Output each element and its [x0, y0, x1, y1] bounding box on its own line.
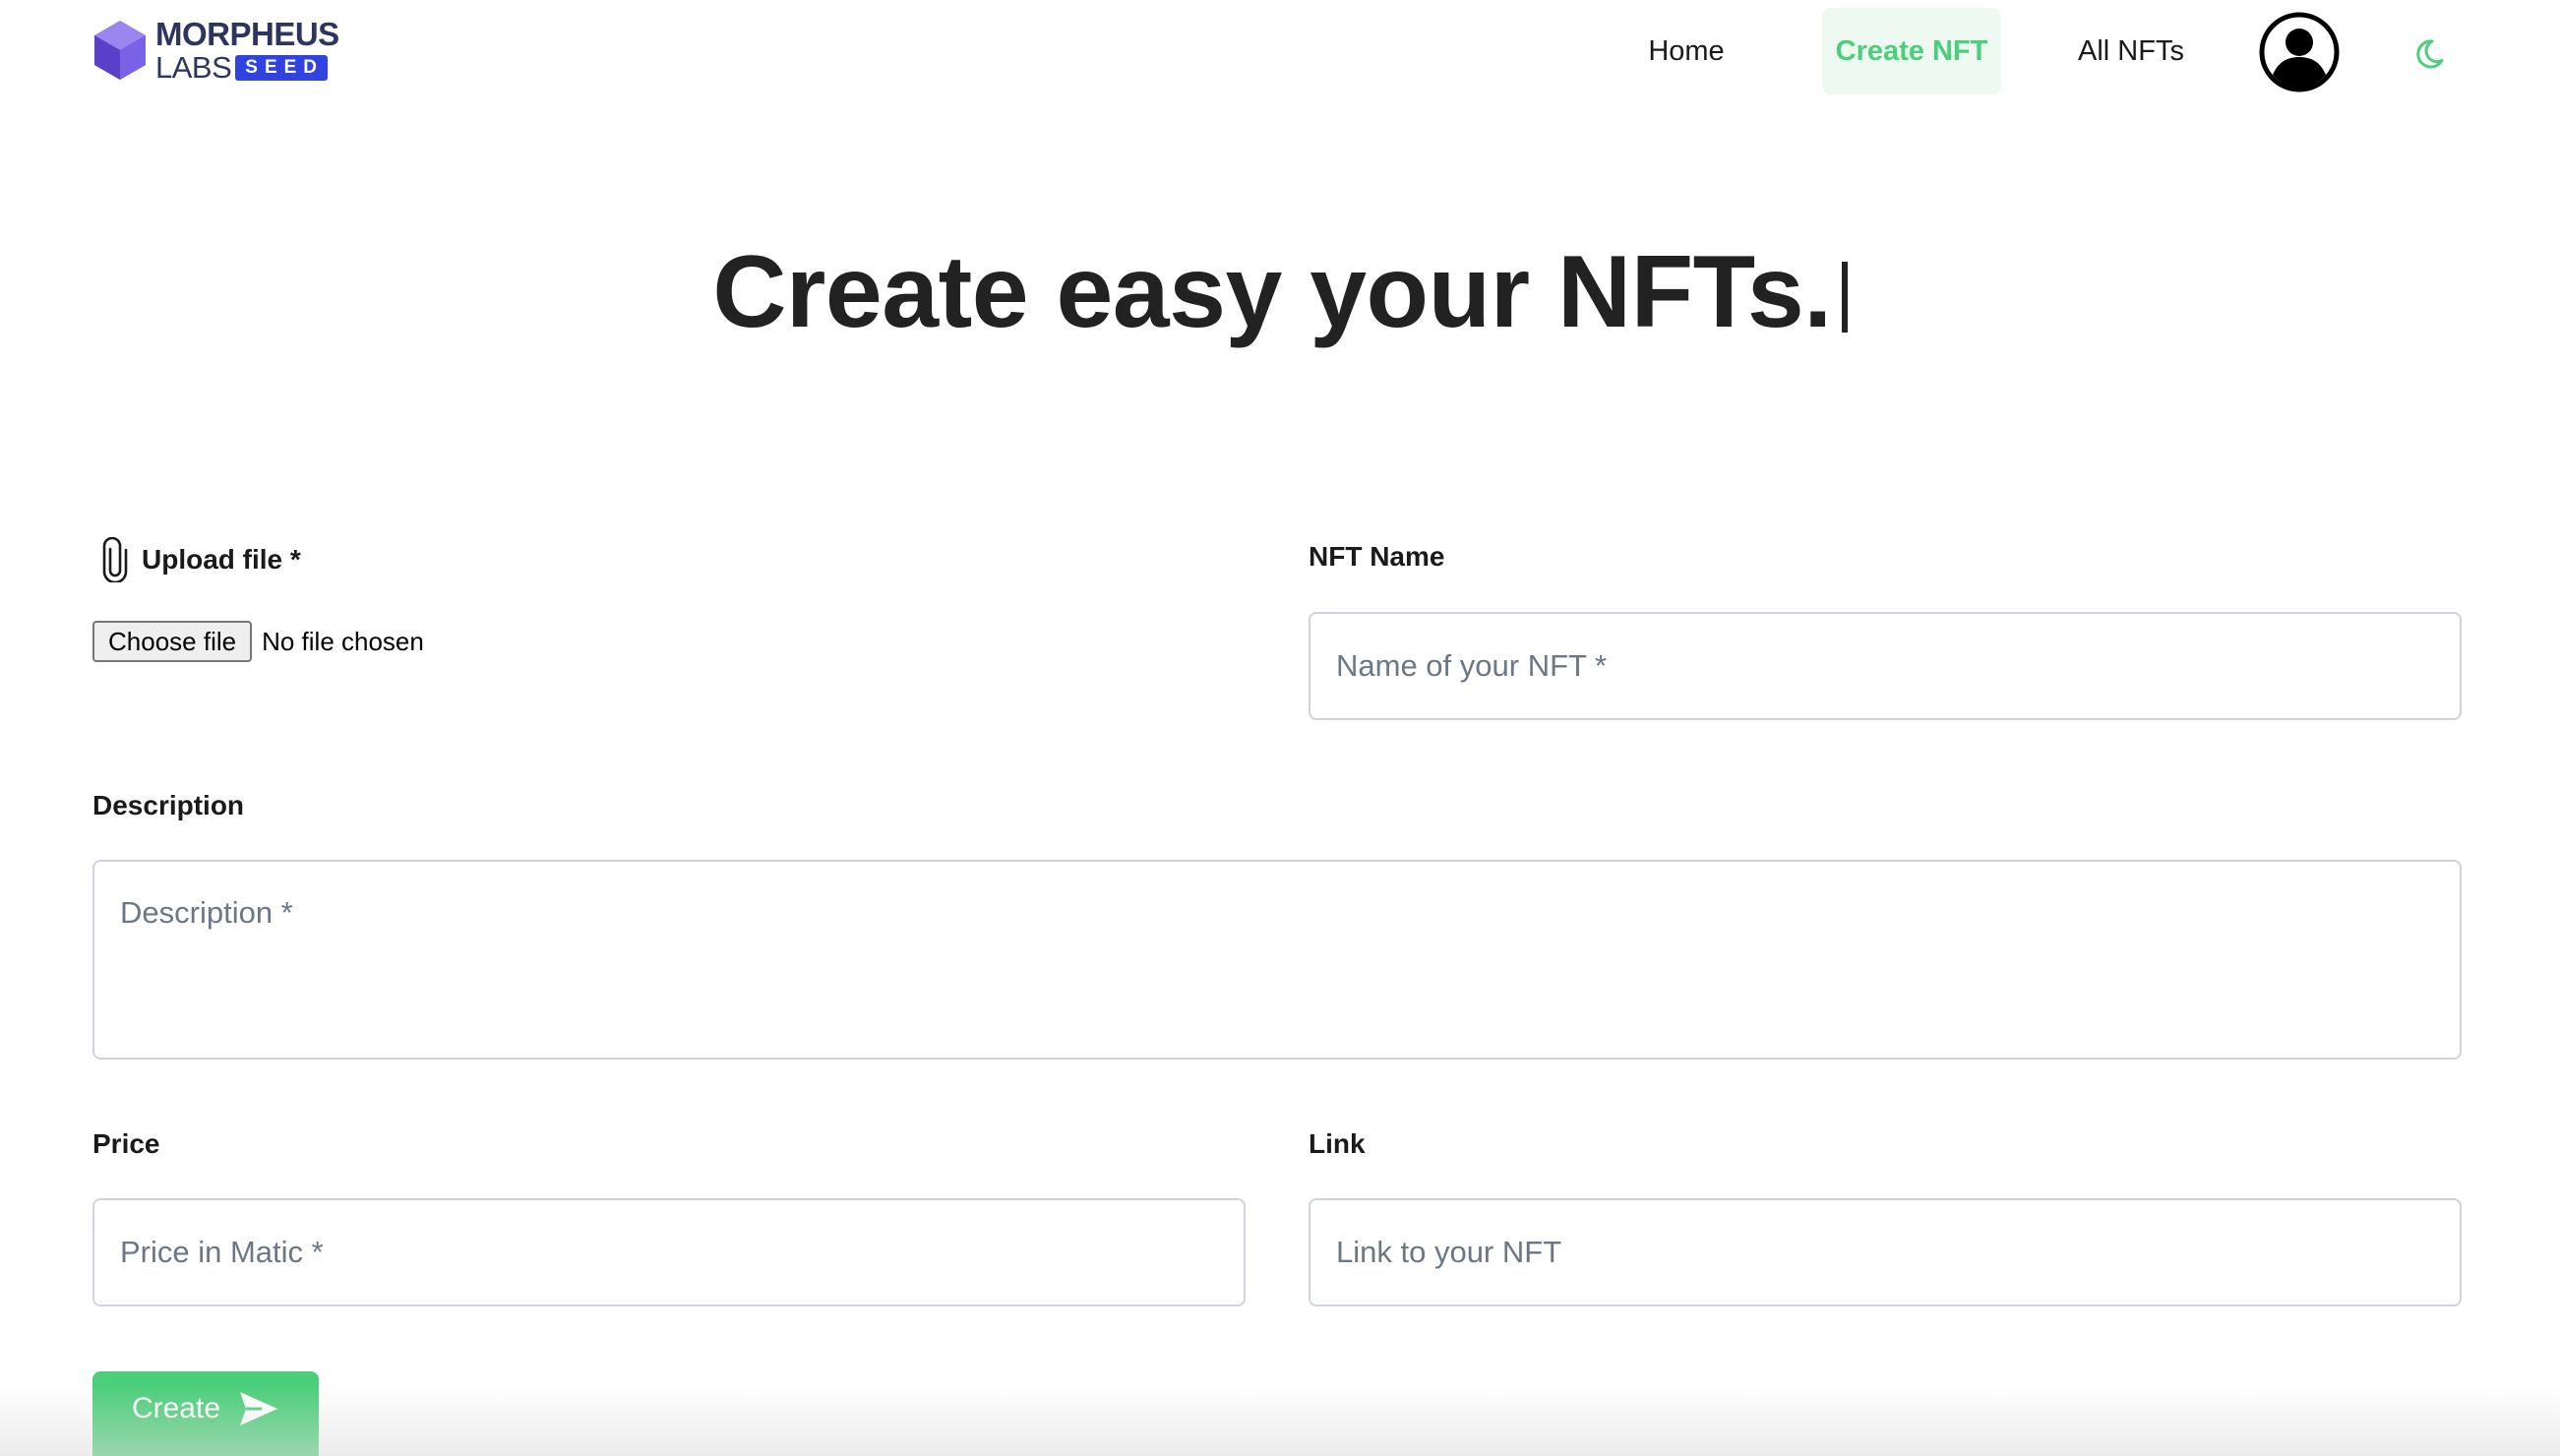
- morpheus-labs-logo[interactable]: MORPHEUS LABS SEED: [92, 18, 339, 83]
- moon-icon[interactable]: [2412, 33, 2450, 71]
- nft-name-input[interactable]: [1309, 612, 2462, 720]
- nav-create-nft-link[interactable]: Create NFT: [1822, 8, 2001, 94]
- logo-wordmark: MORPHEUS LABS SEED: [155, 18, 339, 83]
- hexagon-cube-logo-icon: [94, 21, 146, 80]
- link-input[interactable]: [1309, 1198, 2462, 1306]
- paperclip-icon: [102, 537, 128, 582]
- nav-home-link[interactable]: Home: [1633, 8, 1739, 94]
- bottom-scroll-fade: [0, 1385, 2560, 1456]
- file-status-text: No file chosen: [262, 626, 424, 656]
- upload-file-label-text: Upload file *: [142, 544, 301, 575]
- top-navbar: MORPHEUS LABS SEED Home Create NFT All N…: [0, 0, 2560, 104]
- create-button-label: Create: [131, 1392, 221, 1425]
- link-label: Link: [1309, 1128, 1366, 1159]
- upload-file-label: Upload file *: [98, 537, 301, 582]
- price-label: Price: [92, 1128, 160, 1159]
- user-circle-icon[interactable]: [2259, 12, 2340, 92]
- logo-labs-text: LABS: [155, 50, 232, 85]
- create-button[interactable]: Create: [92, 1371, 319, 1456]
- logo-bottom-row: LABS SEED: [155, 52, 339, 83]
- file-input[interactable]: Choose file No file chosen: [92, 621, 424, 662]
- page-title-text: Create easy your NFTs.: [712, 235, 1832, 349]
- price-input[interactable]: [92, 1198, 1246, 1306]
- nav-all-nfts-link[interactable]: All NFTs: [2066, 8, 2196, 94]
- description-label: Description: [92, 790, 245, 820]
- logo-seed-badge: SEED: [235, 54, 329, 81]
- nft-name-label: NFT Name: [1309, 541, 1445, 572]
- description-textarea[interactable]: [92, 860, 2462, 1060]
- send-icon: [240, 1392, 278, 1426]
- page-title: Create easy your NFTs.: [0, 228, 2560, 356]
- create-nft-page: MORPHEUS LABS SEED Home Create NFT All N…: [0, 0, 2560, 1456]
- typing-caret: [1841, 262, 1848, 333]
- choose-file-button[interactable]: Choose file: [92, 621, 253, 662]
- logo-morpheus-text: MORPHEUS: [155, 16, 339, 52]
